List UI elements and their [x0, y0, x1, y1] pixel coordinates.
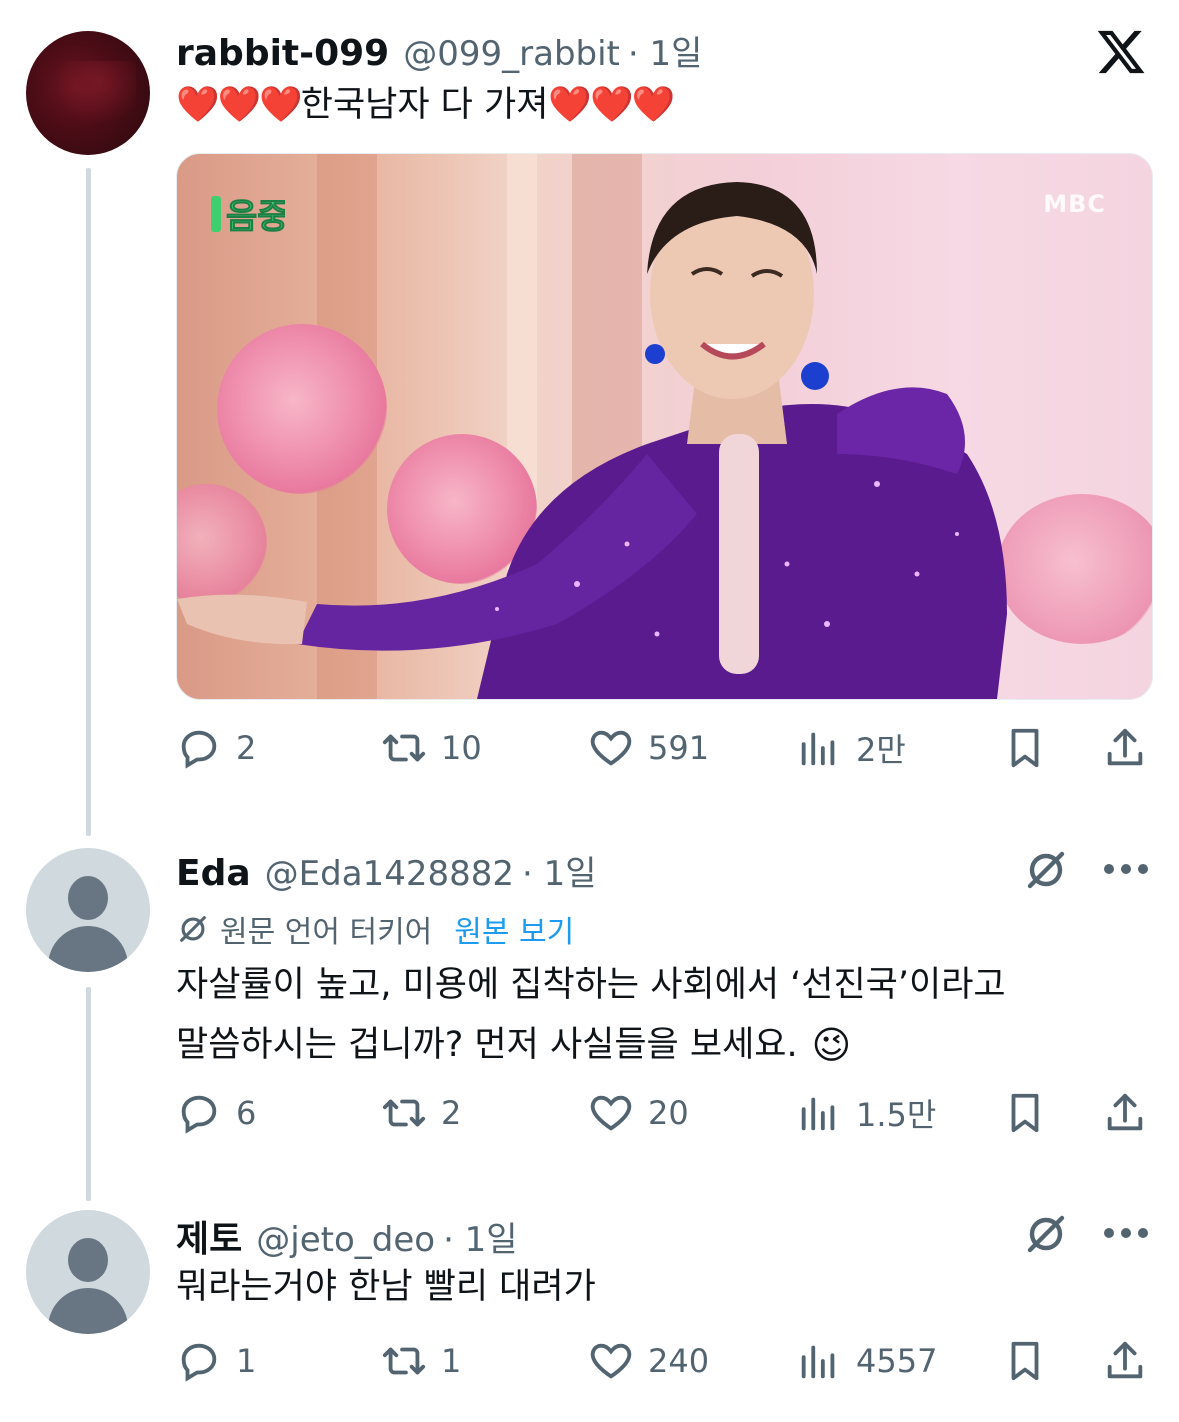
bookmark-button[interactable]	[1002, 723, 1048, 773]
bookmark-button[interactable]	[1002, 1336, 1048, 1386]
views-icon	[801, 1097, 835, 1131]
like-button[interactable]: 240	[588, 1336, 709, 1386]
retweet-count: 10	[441, 729, 482, 767]
translation-label: 원문 언어 터키어	[220, 915, 433, 950]
author-name[interactable]: 제토	[176, 1210, 242, 1262]
retweet-button[interactable]: 2	[381, 1088, 461, 1138]
author-handle[interactable]: @Eda1428882	[265, 854, 514, 894]
share-icon	[1107, 1341, 1143, 1379]
translate-icon	[180, 916, 206, 942]
tweet-actions: 6 2 20 1.5만	[176, 1088, 1151, 1138]
views-icon	[801, 1345, 835, 1379]
author-name[interactable]: Eda	[176, 853, 251, 894]
reply-button[interactable]: 1	[176, 1336, 256, 1386]
translation-notice: 원문 언어 터키어 원본 보기	[176, 907, 574, 951]
reply-button[interactable]: 2	[176, 723, 256, 773]
view-count: 2만	[856, 731, 906, 769]
reply-button[interactable]: 6	[176, 1088, 256, 1138]
tweet-time[interactable]: · 1일	[522, 846, 597, 895]
retweet-button[interactable]: 1	[381, 1336, 461, 1386]
tweet-actions: 1 1 240 4557	[176, 1336, 1151, 1386]
avatar[interactable]	[26, 848, 150, 972]
like-count: 20	[648, 1094, 689, 1132]
reply-count: 6	[236, 1094, 257, 1132]
show-original-link[interactable]: 원본 보기	[454, 907, 574, 951]
like-count: 591	[648, 729, 710, 767]
like-button[interactable]: 591	[588, 723, 709, 773]
heart-emoji: ❤️❤️❤️	[548, 85, 675, 125]
more-options-button[interactable]	[1104, 864, 1148, 876]
view-count: 1.5만	[856, 1096, 937, 1134]
retweet-icon	[382, 1347, 426, 1375]
thread-line	[86, 987, 91, 1201]
thread-line	[86, 168, 91, 836]
reply-count: 2	[236, 729, 257, 767]
like-count: 240	[648, 1342, 710, 1380]
x-logo-icon[interactable]	[1094, 26, 1148, 78]
performer-figure	[177, 182, 1007, 699]
reply-icon	[181, 730, 217, 769]
retweet-icon	[382, 1099, 426, 1127]
translate-icon[interactable]	[1022, 846, 1070, 894]
reply-count: 1	[236, 1342, 257, 1380]
bookmark-button[interactable]	[1002, 1088, 1048, 1138]
tweet-time[interactable]: · 1일	[628, 26, 703, 75]
author-handle[interactable]: @jeto_deo	[256, 1220, 435, 1260]
heart-emoji: ❤️❤️❤️	[176, 85, 303, 125]
bookmark-icon	[1011, 1093, 1039, 1133]
share-icon	[1107, 728, 1143, 766]
bookmark-icon	[1011, 1341, 1039, 1381]
tweet-text: ❤️❤️❤️한국남자 다 가져❤️❤️❤️	[176, 80, 675, 131]
tweet-text: 뭐라는거야 한남 빨리 대려가	[176, 1267, 596, 1307]
author-handle[interactable]: @099_rabbit	[403, 34, 620, 74]
tweet-time[interactable]: · 1일	[443, 1212, 518, 1261]
avatar[interactable]	[26, 31, 150, 155]
retweet-icon	[382, 734, 426, 762]
heart-icon	[590, 730, 632, 766]
views-button[interactable]: 4557	[796, 1336, 937, 1386]
reply-icon	[181, 1095, 217, 1134]
more-options-button[interactable]	[1104, 1228, 1148, 1240]
translate-icon[interactable]	[1022, 1210, 1070, 1258]
reply-icon	[181, 1343, 217, 1382]
tweet-text-body: 한국남자 다 가져	[300, 85, 549, 125]
tweet-media-image[interactable]: 음중 MBC	[176, 153, 1153, 700]
like-button[interactable]: 20	[588, 1088, 689, 1138]
views-button[interactable]: 2만	[796, 723, 906, 773]
share-icon	[1107, 1093, 1143, 1131]
retweet-count: 1	[441, 1342, 462, 1380]
heart-icon	[590, 1095, 632, 1131]
bookmark-icon	[1011, 728, 1039, 768]
tweet-text: 자살률이 높고, 미용에 집착하는 사회에서 ‘선진국’이라고 말씀하시는 겁니…	[176, 960, 1006, 1071]
share-button[interactable]	[1102, 1088, 1148, 1138]
tweet-actions: 2 10 591 2만	[176, 723, 1151, 773]
views-button[interactable]: 1.5만	[796, 1088, 936, 1138]
avatar[interactable]	[26, 1210, 150, 1334]
views-icon	[801, 732, 835, 766]
wink-emoji: 😉	[811, 1023, 852, 1067]
tweet-text-line: 말씀하시는 겁니까? 먼저 사실들을 보세요.	[176, 1025, 798, 1065]
tweet-text-line: 자살률이 높고, 미용에 집착하는 사회에서 ‘선진국’이라고	[176, 965, 1006, 1005]
share-button[interactable]	[1102, 723, 1148, 773]
share-button[interactable]	[1102, 1336, 1148, 1386]
author-name[interactable]: rabbit-099	[176, 33, 389, 74]
retweet-count: 2	[441, 1094, 462, 1132]
view-count: 4557	[856, 1342, 938, 1380]
heart-icon	[590, 1343, 632, 1379]
retweet-button[interactable]: 10	[381, 723, 482, 773]
